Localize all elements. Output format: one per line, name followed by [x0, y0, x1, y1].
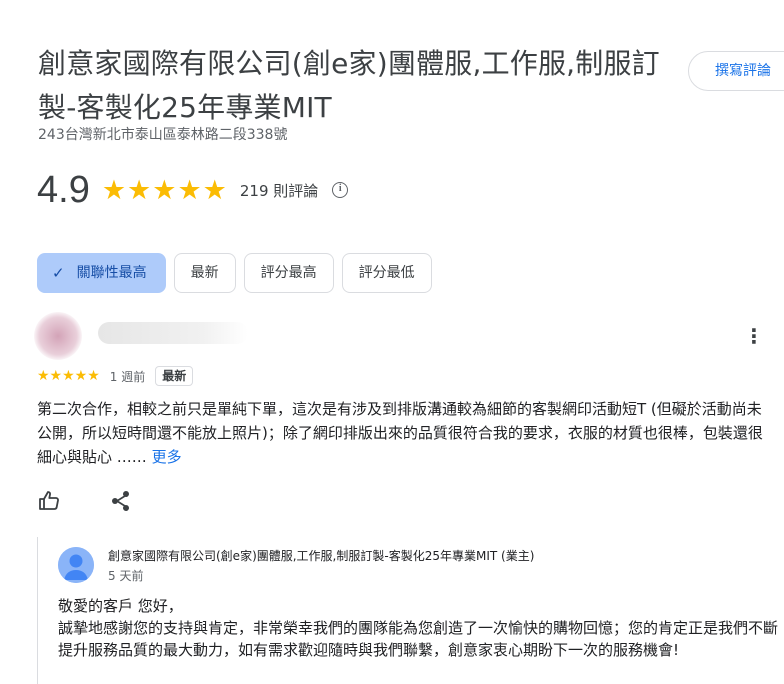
sort-chip-newest[interactable]: 最新	[173, 253, 236, 293]
thumb-up-icon[interactable]	[37, 489, 61, 513]
more-vert-icon[interactable]: ⋮	[744, 324, 764, 348]
check-icon: ✓	[52, 264, 65, 282]
review-count[interactable]: 219 則評論	[240, 180, 318, 201]
write-review-button[interactable]: 撰寫評論	[688, 51, 784, 91]
sort-chip-label: 評分最低	[358, 265, 415, 281]
reviewer-name[interactable]	[98, 322, 248, 344]
owner-greeting: 敬愛的客戶 您好，	[58, 597, 183, 615]
sort-chip-label: 關聯性最高	[76, 265, 147, 281]
owner-body: 誠摯地感謝您的支持與肯定，非常榮幸我們的團隊能為您創造了一次愉快的購物回憶；您的…	[58, 619, 779, 659]
review-body: 第二次合作，相較之前只是單純下單，這次是有涉及到排版溝通較為細節的客製網印活動短…	[37, 400, 763, 466]
review-text: 第二次合作，相較之前只是單純下單，這次是有涉及到排版溝通較為細節的客製網印活動短…	[37, 397, 772, 469]
more-link[interactable]: 更多	[152, 448, 182, 466]
business-address: 243台灣新北市泰山區泰林路二段338號	[38, 127, 288, 143]
rating-value: 4.9	[37, 168, 90, 211]
business-title: 創意家國際有限公司(創e家)團體服,工作服,制服訂製-客製化25年專業MIT	[38, 47, 660, 124]
sort-chip-highest[interactable]: 評分最高	[243, 253, 334, 293]
review-meta: ★★★★★ 1 週前 最新	[37, 365, 194, 387]
rating-stars: ★★★★★	[101, 174, 228, 206]
sort-chip-lowest[interactable]: 評分最低	[341, 253, 432, 293]
sort-chip-label: 評分最高	[260, 265, 317, 281]
owner-response: 創意家國際有限公司(創e家)團體服,工作服,制服訂製-客製化25年專業MIT (…	[37, 537, 784, 684]
sort-chips: ✓ 關聯性最高 最新 評分最高 評分最低	[37, 253, 432, 293]
sort-chip-label: 最新	[190, 265, 219, 281]
owner-response-time: 5 天前	[108, 569, 144, 583]
reviewer-avatar[interactable]	[34, 312, 82, 360]
info-icon[interactable]: i	[332, 182, 349, 198]
rating-summary: 4.9 ★★★★★ 219 則評論 i	[37, 168, 349, 212]
sort-chip-relevance[interactable]: ✓ 關聯性最高	[37, 253, 166, 293]
reviewer-header-blurred[interactable]	[26, 308, 296, 364]
owner-name: 創意家國際有限公司(創e家)團體服,工作服,制服訂製-客製化25年專業MIT (…	[108, 549, 535, 563]
review-stars: ★★★★★	[37, 368, 100, 384]
person-icon	[58, 547, 94, 583]
share-icon[interactable]	[109, 489, 133, 513]
owner-reply-text: 敬愛的客戶 您好， 誠摯地感謝您的支持與肯定，非常榮幸我們的團隊能為您創造了一次…	[58, 595, 778, 661]
new-badge: 最新	[155, 366, 194, 386]
review-time: 1 週前	[109, 369, 146, 384]
